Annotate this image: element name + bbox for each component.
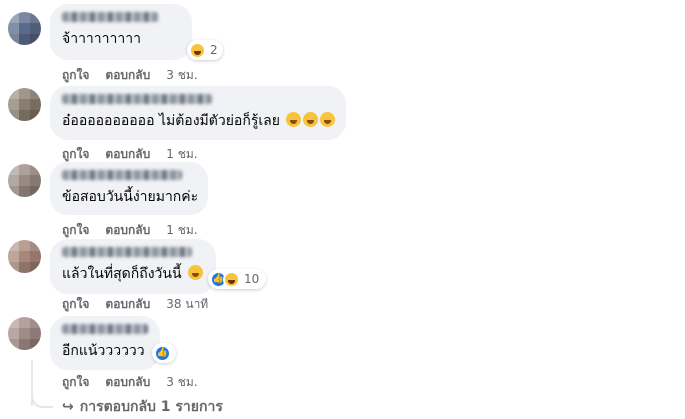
comment-timestamp[interactable]: 1 ชม. — [166, 221, 197, 240]
comment-timestamp[interactable]: 3 ชม. — [166, 373, 197, 392]
like-button[interactable]: ถูกใจ — [62, 221, 89, 240]
comment-text: อ๋ออออออออออ ไม่ต้องมีตัวย่อก็รู้เลย — [62, 112, 336, 130]
author-name-blurred[interactable] — [62, 247, 192, 257]
author-name-blurred[interactable] — [62, 94, 212, 104]
comment-bubble: จ้าาาาาาาาา — [50, 4, 192, 60]
avatar[interactable] — [8, 164, 41, 197]
reaction-count: 2 — [210, 43, 218, 57]
comment-bubble: แล้วในที่สุดก็ถึงวันนี้ — [50, 239, 216, 294]
like-button[interactable]: ถูกใจ — [62, 66, 89, 85]
comment-timestamp[interactable]: 38 นาที — [166, 295, 208, 314]
author-name-blurred[interactable] — [62, 12, 158, 22]
author-name-blurred[interactable] — [62, 324, 148, 334]
comment-timestamp[interactable]: 3 ชม. — [166, 66, 197, 85]
comment-text: อีกแน้วววววว — [62, 343, 145, 359]
comment-bubble: อ๋ออออออออออ ไม่ต้องมีตัวย่อก็รู้เลย — [50, 86, 346, 140]
haha-icon — [223, 270, 240, 288]
reaction-summary[interactable]: 👍 — [152, 343, 176, 363]
grin-emoji — [187, 265, 203, 280]
reply-arrow-icon: ↪ — [62, 399, 74, 415]
reaction-summary[interactable]: 2 — [187, 40, 223, 60]
avatar[interactable] — [8, 240, 41, 273]
reply-button[interactable]: ตอบกลับ — [105, 221, 150, 240]
reaction-count: 10 — [244, 272, 260, 286]
avatar[interactable] — [8, 317, 41, 350]
comment-text-content: อ๋ออออออออออ ไม่ต้องมีตัวย่อก็รู้เลย — [62, 113, 280, 129]
comment-actions: ถูกใจ ตอบกลับ 1 ชม. — [62, 221, 198, 240]
comment-bubble: ข้อสอบวันนี้ง่ายมากค่ะ — [50, 162, 208, 215]
replies-count-label: การตอบกลับ 1 รายการ — [79, 399, 223, 415]
reply-button[interactable]: ตอบกลับ — [105, 373, 150, 392]
reply-button[interactable]: ตอบกลับ — [105, 66, 150, 85]
comment-actions: ถูกใจ ตอบกลับ 3 ชม. — [62, 66, 198, 85]
view-replies-link[interactable]: ↪ การตอบกลับ 1 รายการ — [62, 396, 223, 418]
comment-actions: ถูกใจ ตอบกลับ 3 ชม. — [62, 373, 198, 392]
avatar[interactable] — [8, 88, 41, 121]
like-button[interactable]: ถูกใจ — [62, 295, 89, 314]
reply-button[interactable]: ตอบกลับ — [105, 295, 150, 314]
comment-text: ข้อสอบวันนี้ง่ายมากค่ะ — [62, 189, 199, 205]
comment-bubble: อีกแน้วววววว — [50, 316, 160, 370]
rofl-emoji — [286, 112, 302, 127]
comment-text: จ้าาาาาาาาา — [62, 31, 141, 47]
comment-text-content: แล้วในที่สุดก็ถึงวันนี้ — [62, 266, 182, 282]
haha-icon — [189, 41, 206, 59]
author-name-blurred[interactable] — [62, 170, 182, 180]
comment-text: แล้วในที่สุดก็ถึงวันนี้ — [62, 265, 204, 283]
like-icon: 👍 — [154, 344, 171, 362]
reaction-summary[interactable]: 👍 10 — [208, 269, 266, 289]
rofl-emoji — [320, 112, 336, 127]
like-button[interactable]: ถูกใจ — [62, 373, 89, 392]
comment-actions: ถูกใจ ตอบกลับ 38 นาที — [62, 295, 208, 314]
rofl-emoji — [303, 112, 319, 127]
thread-connector — [31, 388, 53, 408]
avatar[interactable] — [8, 12, 41, 45]
